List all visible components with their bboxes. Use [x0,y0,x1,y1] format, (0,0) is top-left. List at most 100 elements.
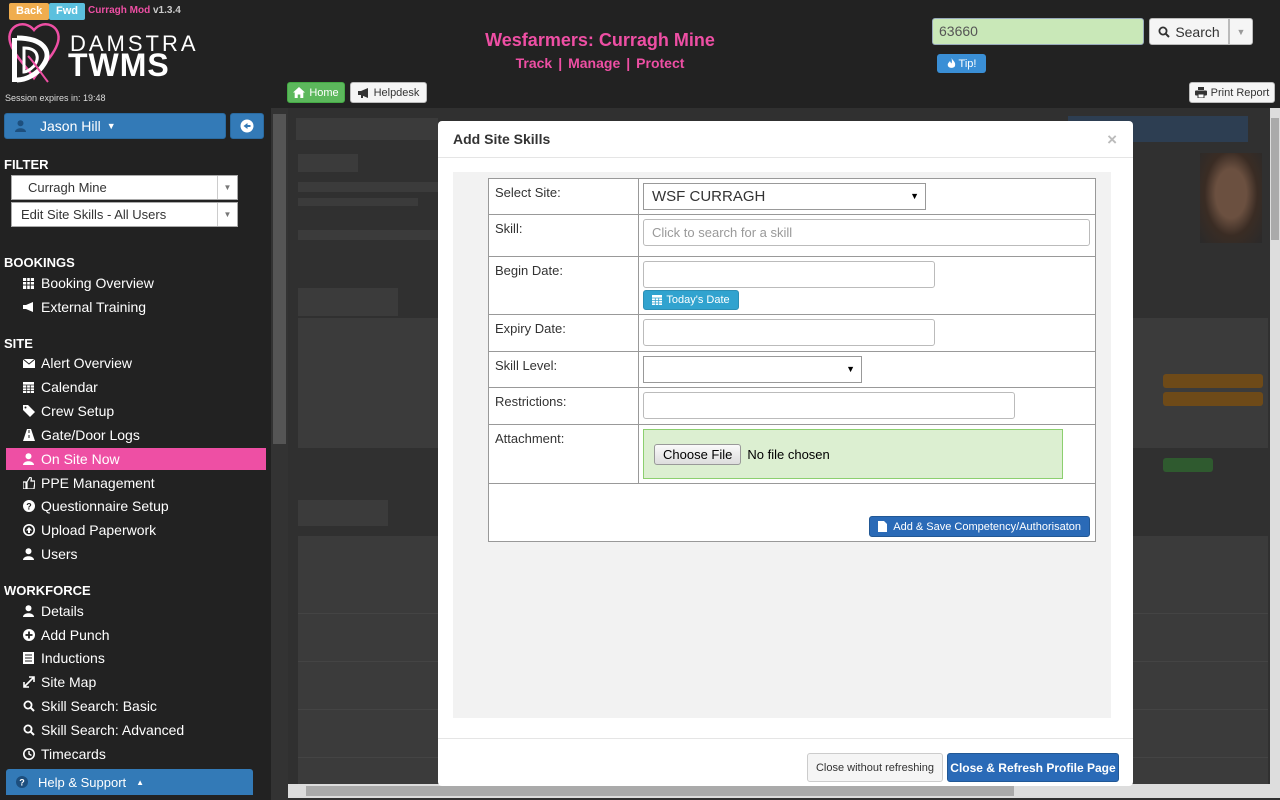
home-icon [293,87,306,98]
sidebar-item-upload-paperwork[interactable]: Upload Paperwork [6,519,266,541]
tip-button[interactable]: Tip! [937,54,986,73]
form-row-skill: Skill: Click to search for a skill [488,214,1096,257]
sidebar-item-label: Booking Overview [41,275,154,291]
fire-icon [947,58,955,68]
skill-form-table: Select Site: WSF CURRAGH ▼ Skill: Click … [488,178,1096,542]
choose-file-button[interactable]: Choose File [654,443,742,465]
user-menu-button[interactable]: Jason Hill ▼ [4,113,226,139]
add-save-competency-button[interactable]: Add & Save Competency/Authorisaton [869,516,1090,537]
sidebar-item-label: Timecards [41,746,106,762]
print-report-button[interactable]: Print Report [1189,82,1275,103]
help-support-button[interactable]: ? Help & Support ▲ [6,769,253,795]
sidebar-item-calendar[interactable]: Calendar [6,376,266,398]
thumbs-up-icon [22,477,35,490]
user-icon [15,120,26,132]
question-circle-icon: ? [16,776,28,788]
sidebar-item-booking-overview[interactable]: Booking Overview [6,272,266,294]
helpdesk-label: Helpdesk [373,86,420,99]
sidebar-item-external-training[interactable]: External Training [6,296,266,318]
sidebar-item-label: Add Punch [41,627,110,643]
expiry-date-input[interactable] [643,319,935,346]
sidebar-item-add-punch[interactable]: Add Punch [6,624,266,646]
home-button[interactable]: Home [287,82,345,103]
bookings-heading: BOOKINGS [4,255,75,270]
todays-date-button[interactable]: Today's Date [643,290,739,310]
close-icon[interactable]: × [1107,130,1117,150]
sidebar-item-label: Calendar [41,379,98,395]
sidebar-item-gate-door-logs[interactable]: Gate/Door Logs [6,424,266,446]
sidebar-item-label: Skill Search: Basic [41,698,157,714]
back-button[interactable]: Back [9,3,50,20]
close-without-refreshing-button[interactable]: Close without refreshing [807,753,943,782]
sidebar-item-inductions[interactable]: Inductions [6,647,266,669]
profile-status-placeholder [298,154,358,172]
page-vertical-scrollbar-thumb[interactable] [1271,118,1279,240]
tip-label: Tip! [958,57,977,70]
sidebar-item-label: Inductions [41,650,105,666]
calendar-icon [652,295,663,305]
site-select[interactable]: WSF CURRAGH ▼ [643,183,926,210]
site-field-cell: WSF CURRAGH ▼ [638,178,1096,215]
sidebar-item-skill-search-basic[interactable]: Skill Search: Basic [6,695,266,717]
view-filter-select[interactable]: Edit Site Skills - All Users ▼ [11,202,238,227]
caret-down-icon: ▼ [910,191,919,201]
svg-text:?: ? [19,778,25,788]
header: Back Fwd Curragh Mod v1.3.4 DAMSTRA TWMS… [0,0,1280,108]
session-timer: Session expires in: 19:48 [5,93,106,103]
sidebar-item-alert-overview[interactable]: Alert Overview [6,352,266,374]
sidebar-item-site-map[interactable]: Site Map [6,671,266,693]
sidebar-scrollbar[interactable] [271,108,288,800]
sidebar-item-ppe-management[interactable]: PPE Management [6,472,266,494]
sidebar-item-crew-setup[interactable]: Crew Setup [6,400,266,422]
sidebar: Jason Hill ▼ FILTER Curragh Mine ▼ Edit … [0,108,271,800]
sidebar-item-label: PPE Management [41,475,155,491]
forward-button[interactable]: Fwd [49,3,85,20]
restrictions-input[interactable] [643,392,1015,419]
skill-level-select[interactable]: ▼ [643,356,862,383]
form-row-expiry-date: Expiry Date: [488,314,1096,352]
calendar-icon [22,381,35,394]
sidebar-item-label: External Training [41,299,147,315]
sidebar-item-skill-search-advanced[interactable]: Skill Search: Advanced [6,719,266,741]
caret-down-icon: ▼ [217,203,237,226]
search-input[interactable]: 63660 [932,18,1144,45]
modal-body: Select Site: WSF CURRAGH ▼ Skill: Click … [453,172,1111,718]
caret-down-icon: ▼ [217,176,237,199]
nav-protect-link[interactable]: Protect [636,55,684,71]
sidebar-item-label: Details [41,603,84,619]
sidebar-item-details[interactable]: Details [6,600,266,622]
form-row-begin-date: Begin Date: Today's Date [488,256,1096,315]
nav-track-link[interactable]: Track [516,55,553,71]
form-row-skill-level: Skill Level: ▼ [488,351,1096,388]
close-refresh-profile-button[interactable]: Close & Refresh Profile Page [947,753,1119,782]
sidebar-item-questionnaire-setup[interactable]: ? Questionnaire Setup [6,495,266,517]
print-report-label: Print Report [1210,86,1270,99]
begin-date-label: Begin Date: [488,256,639,315]
sidebar-item-label: Upload Paperwork [41,522,157,538]
page-horizontal-scrollbar-thumb[interactable] [306,786,1014,796]
modal-header: Add Site Skills × [438,121,1133,158]
page-vertical-scrollbar[interactable] [1270,108,1280,784]
skill-label: Skill: [488,214,639,257]
search-dropdown-toggle[interactable]: ▼ [1229,18,1253,45]
helpdesk-button[interactable]: Helpdesk [350,82,427,103]
attachment-label: Attachment: [488,424,639,484]
profile-name-placeholder [296,118,438,140]
sidebar-scrollbar-thumb[interactable] [273,114,286,444]
form-row-restrictions: Restrictions: [488,387,1096,425]
begin-date-input[interactable] [643,261,935,288]
nav-manage-link[interactable]: Manage [568,55,620,71]
add-site-skills-modal: Add Site Skills × Select Site: WSF CURRA… [438,121,1133,786]
skill-search-input[interactable]: Click to search for a skill [643,219,1090,246]
caret-down-icon: ▼ [1236,26,1246,37]
sidebar-item-timecards[interactable]: Timecards [6,743,266,765]
page-horizontal-scrollbar[interactable] [288,784,1280,798]
home-label: Home [309,86,339,99]
tab-placeholder [298,500,388,526]
search-button[interactable]: Search [1149,18,1229,45]
sidebar-item-on-site-now[interactable]: On Site Now [6,448,266,470]
sidebar-item-users[interactable]: Users [6,543,266,565]
site-filter-select[interactable]: Curragh Mine ▼ [11,175,238,200]
add-save-competency-label: Add & Save Competency/Authorisaton [893,520,1081,533]
user-action-button[interactable] [230,113,264,139]
